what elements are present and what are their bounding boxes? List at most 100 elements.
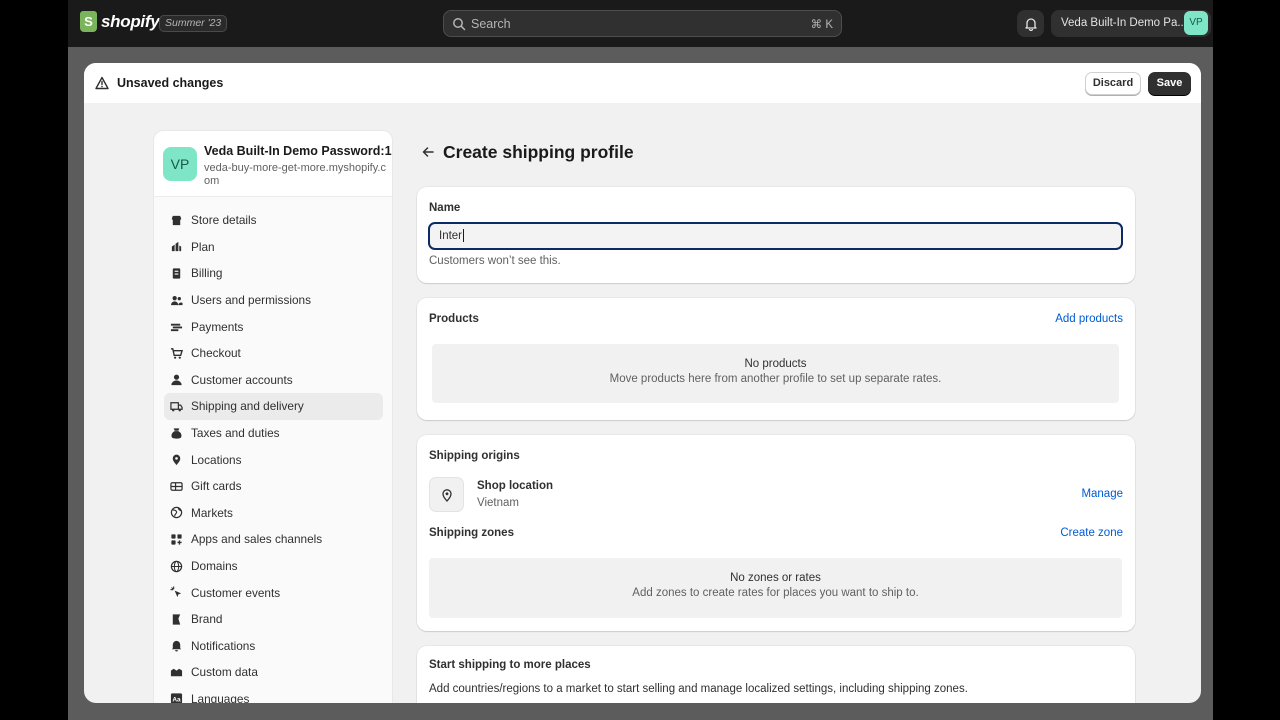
add-products-link[interactable]: Add products: [1055, 313, 1123, 325]
sidebar-item-label: Users and permissions: [191, 293, 311, 308]
globe-icon: [170, 507, 183, 519]
sidebar-item-label: Payments: [191, 319, 244, 334]
products-title: Products: [429, 313, 479, 325]
sidebar-item-label: Apps and sales channels: [191, 532, 323, 547]
custom-data-icon: [170, 668, 183, 677]
more-places-desc: Add countries/regions to a market to sta…: [429, 683, 968, 695]
name-card: Name Inter Customers won’t see this.: [417, 187, 1135, 283]
store-url: veda-buy-more-get-more.myshopify.com: [204, 162, 386, 187]
sidebar-item-label: Customer accounts: [191, 372, 293, 387]
sidebar-item-label: Languages: [191, 691, 250, 703]
store-menu-name: Veda Built-In Demo Pa...: [1061, 17, 1187, 29]
store-card[interactable]: VP Veda Built-In Demo Password:1 veda-bu…: [154, 131, 392, 197]
manage-link[interactable]: Manage: [1081, 488, 1123, 500]
domain-icon: [170, 560, 183, 572]
sidebar-item-checkout[interactable]: Checkout: [164, 340, 383, 367]
products-card: Products Add products No products Move p…: [417, 298, 1135, 420]
sidebar-item-custom-data[interactable]: Custom data: [164, 659, 383, 686]
products-empty-title: No products: [744, 358, 807, 370]
sidebar-item-billing[interactable]: Billing: [164, 260, 383, 287]
store-menu-button[interactable]: Veda Built-In Demo Pa... VP: [1051, 10, 1211, 37]
sidebar-item-label: Customer events: [191, 585, 281, 600]
search-placeholder: Search: [471, 17, 511, 31]
sidebar-item-label: Markets: [191, 505, 233, 520]
page-title: Create shipping profile: [443, 142, 634, 162]
billing-icon: [172, 268, 181, 279]
store-icon: [171, 215, 182, 225]
top-bar: S shopify Summer '23 Search ⌘ K Veda Bui…: [68, 0, 1213, 47]
location-pin-box: [429, 477, 464, 512]
location-country: Vietnam: [477, 497, 519, 509]
sidebar-item-label: Custom data: [191, 665, 258, 680]
text-caret: [463, 229, 465, 243]
apps-icon: [171, 534, 182, 545]
save-button[interactable]: Save: [1148, 72, 1191, 95]
origins-title: Shipping origins: [429, 450, 520, 462]
sidebar-item-users-and-permissions[interactable]: Users and permissions: [164, 287, 383, 314]
brand-icon: [172, 614, 181, 625]
profile-name-input[interactable]: Inter: [428, 222, 1123, 250]
store-name: Veda Built-In Demo Password:1: [204, 144, 392, 158]
name-help-text: Customers won’t see this.: [429, 255, 561, 267]
sidebar-item-shipping-and-delivery[interactable]: Shipping and delivery: [164, 393, 383, 420]
notifications-button[interactable]: [1017, 10, 1044, 37]
sidebar-item-label: Billing: [191, 266, 223, 281]
shopify-bag-icon: S: [80, 11, 97, 32]
sidebar-item-locations[interactable]: Locations: [164, 446, 383, 473]
location-name: Shop location: [477, 480, 554, 492]
more-places-card: Start shipping to more places Add countr…: [417, 646, 1135, 703]
sidebar-item-taxes-and-duties[interactable]: Taxes and duties: [164, 420, 383, 447]
sidebar-item-languages[interactable]: Aa Languages: [164, 686, 383, 703]
cart-icon: [170, 347, 183, 359]
avatar: VP: [1184, 11, 1208, 35]
sidebar-item-label: Notifications: [191, 638, 256, 653]
sidebar-item-markets[interactable]: Markets: [164, 500, 383, 527]
sidebar-item-notifications[interactable]: Notifications: [164, 633, 383, 660]
zones-empty-desc: Add zones to create rates for places you…: [632, 587, 919, 599]
sidebar-item-gift-cards[interactable]: Gift cards: [164, 473, 383, 500]
zones-empty-title: No zones or rates: [730, 572, 821, 584]
truck-icon: [170, 402, 183, 412]
profile-name-value: Inter: [439, 230, 463, 242]
back-arrow-icon[interactable]: [421, 145, 435, 159]
gift-card-icon: [170, 481, 183, 491]
person-icon: [171, 374, 182, 386]
sidebar-item-label: Shipping and delivery: [191, 399, 304, 414]
svg-text:Aa: Aa: [172, 697, 181, 703]
shopify-logo[interactable]: S shopify: [80, 11, 160, 32]
sidebar-item-label: Taxes and duties: [191, 426, 280, 441]
bell-icon: [171, 641, 182, 652]
products-empty-desc: Move products here from another profile …: [609, 373, 942, 385]
search-icon: [453, 18, 466, 31]
plan-icon: [171, 242, 182, 252]
language-icon: Aa: [170, 693, 183, 703]
sidebar-item-domains[interactable]: Domains: [164, 553, 383, 580]
zones-empty-state: No zones or rates Add zones to create ra…: [429, 558, 1122, 618]
discard-button[interactable]: Discard: [1085, 72, 1141, 95]
sidebar-item-label: Brand: [191, 612, 223, 627]
location-icon: [172, 454, 181, 466]
sidebar-item-customer-events[interactable]: Customer events: [164, 579, 383, 606]
sidebar-item-label: Domains: [191, 559, 238, 574]
settings-sidebar: VP Veda Built-In Demo Password:1 veda-bu…: [153, 130, 393, 703]
save-bar: Unsaved changes Discard Save: [84, 63, 1201, 103]
sidebar-item-customer-accounts[interactable]: Customer accounts: [164, 367, 383, 394]
sidebar-item-label: Locations: [191, 452, 242, 467]
zones-title: Shipping zones: [429, 527, 514, 539]
sidebar-item-apps-and-sales-channels[interactable]: Apps and sales channels: [164, 526, 383, 553]
search-bar[interactable]: Search ⌘ K: [443, 10, 842, 37]
sidebar-item-payments[interactable]: Payments: [164, 313, 383, 340]
sidebar-item-label: Checkout: [191, 346, 241, 361]
name-label: Name: [429, 202, 461, 214]
bell-icon: [1024, 17, 1037, 31]
sidebar-item-store-details[interactable]: Store details: [164, 207, 383, 234]
sidebar-item-brand[interactable]: Brand: [164, 606, 383, 633]
store-avatar: VP: [163, 147, 197, 181]
settings-modal: Unsaved changes Discard Save VP Veda Bui…: [84, 63, 1201, 703]
warning-icon: [95, 76, 109, 90]
settings-nav: Store details Plan Billing Users and permis…: [164, 207, 383, 703]
users-icon: [170, 295, 183, 305]
sidebar-item-plan[interactable]: Plan: [164, 234, 383, 261]
unsaved-title: Unsaved changes: [117, 76, 224, 90]
create-zone-link[interactable]: Create zone: [1060, 527, 1123, 539]
